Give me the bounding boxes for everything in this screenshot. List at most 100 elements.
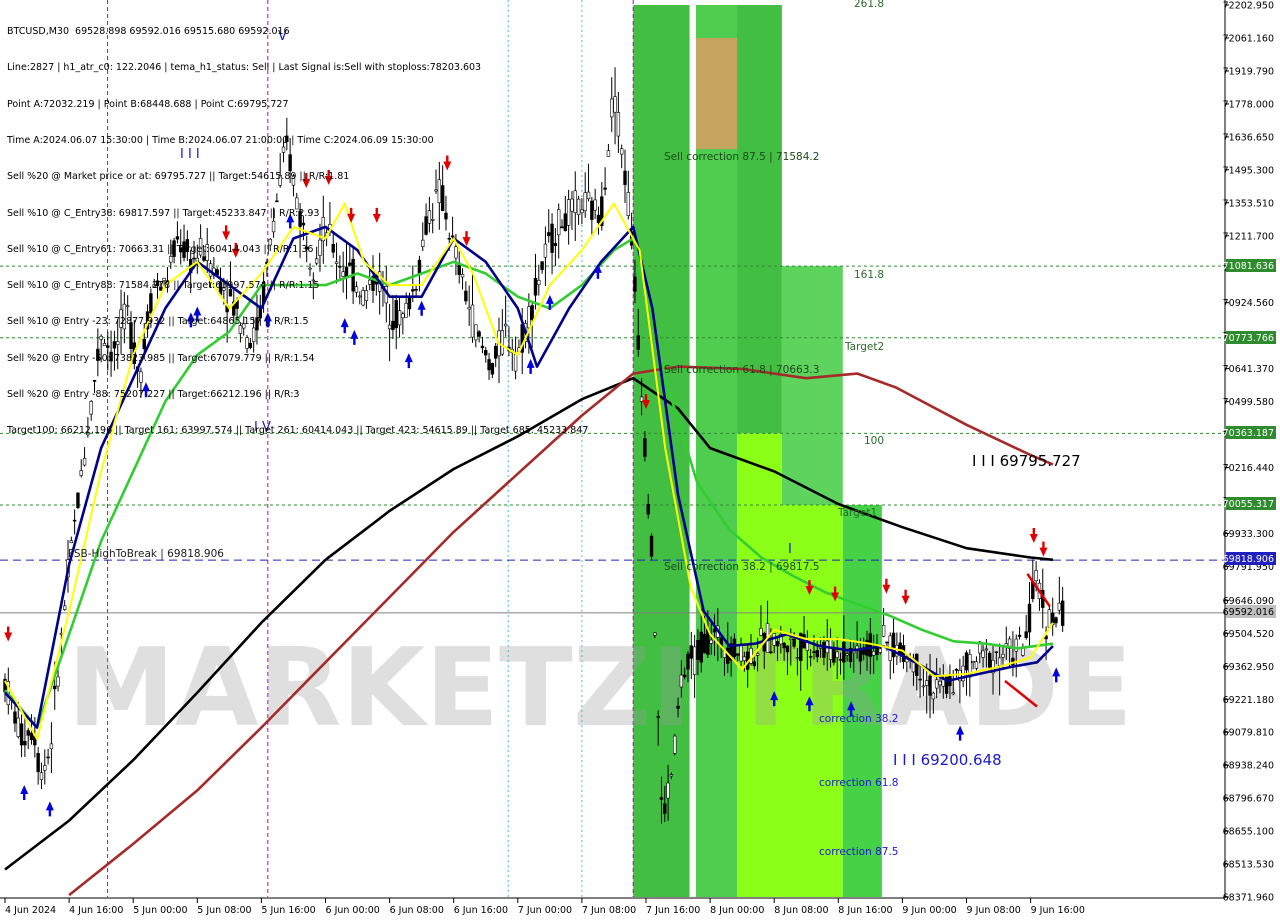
- candle-body: [732, 638, 737, 657]
- candle-body: [1047, 609, 1052, 628]
- candle-body: [871, 650, 876, 656]
- candle-body: [26, 730, 30, 736]
- candle-body: [1057, 602, 1062, 611]
- candle-body: [752, 661, 757, 667]
- price-tick-label: 69362.950: [1223, 662, 1274, 673]
- candle-body: [815, 650, 820, 658]
- info-panel: BTCUSD,M30 69528.898 69592.016 69515.680…: [7, 2, 588, 462]
- sell-correction-875-label: Sell correction 87.5 | 71584.2: [664, 151, 819, 163]
- candle-body: [994, 651, 999, 654]
- candle-body: [1001, 653, 1005, 658]
- price-tick-label: 70641.370: [1223, 364, 1274, 375]
- time-tick-label: 6 Jun 08:00: [390, 905, 444, 916]
- price-tag-71081: 71081.636: [1223, 261, 1274, 272]
- correction-618-label: correction 61.8: [819, 777, 898, 789]
- time-tick-label: 6 Jun 16:00: [454, 905, 508, 916]
- price-tick-label: 68938.240: [1223, 761, 1274, 772]
- price-tick-label: 69933.300: [1223, 529, 1274, 540]
- candle-body: [606, 150, 611, 157]
- candle-body: [858, 648, 863, 662]
- time-tick-label: 4 Jun 16:00: [69, 905, 123, 916]
- price-tick-label: 71495.300: [1223, 165, 1274, 176]
- point-b-label: I I I 69200.648: [893, 751, 1002, 769]
- candle-body: [69, 540, 74, 544]
- candle-body: [789, 637, 793, 640]
- candle-body: [19, 723, 24, 746]
- target2-label: Target2: [844, 341, 884, 353]
- time-tick-label: 4 Jun 2024: [5, 905, 56, 916]
- candle-body: [623, 170, 627, 185]
- candle-body: [13, 711, 17, 724]
- target1-label: Target1: [837, 507, 877, 519]
- candle-body: [613, 96, 617, 113]
- candle: [673, 733, 677, 756]
- candle-body: [616, 112, 621, 137]
- price-tick-label: 70216.440: [1223, 463, 1274, 474]
- candle-body: [669, 774, 674, 777]
- candle-body: [663, 803, 667, 814]
- price-tag-70773: 70773.766: [1223, 333, 1274, 344]
- candle-body: [769, 651, 773, 654]
- candle-body: [885, 641, 889, 644]
- fib-2618-label: 261.8: [854, 0, 884, 10]
- candle-body: [782, 642, 786, 649]
- candle-body: [76, 492, 80, 508]
- candle-body: [646, 503, 650, 515]
- time-tick-label: 7 Jun 08:00: [582, 905, 636, 916]
- candle-body: [590, 200, 594, 220]
- candle-body: [49, 743, 54, 750]
- candle-body: [822, 641, 826, 658]
- candle-body: [988, 652, 992, 668]
- candle-body: [901, 645, 906, 662]
- candle-body: [1024, 631, 1028, 639]
- candle-body: [835, 651, 839, 658]
- candle-body: [673, 735, 677, 754]
- correction-875-label: correction 87.5: [819, 846, 898, 858]
- time-tick-label: 6 Jun 00:00: [326, 905, 380, 916]
- candle-body: [742, 656, 747, 661]
- candle-body: [928, 675, 932, 696]
- sell-correction-618-label: Sell correction 61.8 | 70663.3: [664, 364, 819, 376]
- wave-i-label: I: [788, 542, 792, 557]
- watermark-text: MARKETZI TRADE: [67, 626, 1132, 751]
- price-tag-70055: 70055.317: [1223, 499, 1274, 510]
- candle-body: [712, 628, 717, 633]
- price-tick-label: 71211.700: [1223, 231, 1274, 242]
- info-line-points: Point A:72032.219 | Point B:68448.688 | …: [7, 98, 289, 110]
- candle-body: [931, 692, 936, 700]
- candle-body: [626, 192, 631, 216]
- time-tick-label: 7 Jun 00:00: [518, 905, 572, 916]
- candle-body: [1034, 570, 1038, 582]
- candle-body: [971, 661, 975, 663]
- time-tick-label: 7 Jun 16:00: [646, 905, 700, 916]
- candle-body: [878, 648, 882, 653]
- candle-body: [619, 148, 624, 155]
- candle-body: [775, 641, 780, 647]
- candle-body: [79, 470, 83, 476]
- candle-body: [649, 535, 654, 557]
- candle-body: [984, 648, 989, 651]
- time-tick-label: 9 Jun 16:00: [1031, 905, 1085, 916]
- candle-body: [812, 651, 816, 653]
- time-tick-label: 5 Jun 16:00: [261, 905, 315, 916]
- price-tag-high-to-break: 69818.906: [1223, 554, 1274, 565]
- info-line-sell-c88: Sell %10 @ C_Entry88: 71584.278 || Targe…: [7, 280, 320, 292]
- candle-body: [666, 782, 670, 799]
- candle-body: [36, 753, 40, 773]
- candle-body: [736, 653, 740, 656]
- time-tick-label: 8 Jun 08:00: [774, 905, 828, 916]
- chart-root[interactable]: MARKETZI TRADE FSB-HighToBreak | 69818.9…: [0, 0, 1280, 920]
- candle-body: [686, 653, 690, 670]
- candle-body: [596, 214, 601, 223]
- fib-100-label: 100: [864, 435, 884, 447]
- price-tick-label: 69504.520: [1223, 629, 1274, 640]
- candle-body: [795, 657, 800, 659]
- price-tick-label: 70499.580: [1223, 397, 1274, 408]
- candle-body: [868, 633, 873, 658]
- candle-body: [653, 632, 657, 636]
- candle-body: [593, 199, 597, 211]
- candle-body: [1017, 634, 1022, 637]
- candle-body: [792, 638, 796, 647]
- candle-body: [702, 634, 707, 654]
- info-line-times: Time A:2024.06.07 15:30:00 | Time B:2024…: [7, 135, 434, 147]
